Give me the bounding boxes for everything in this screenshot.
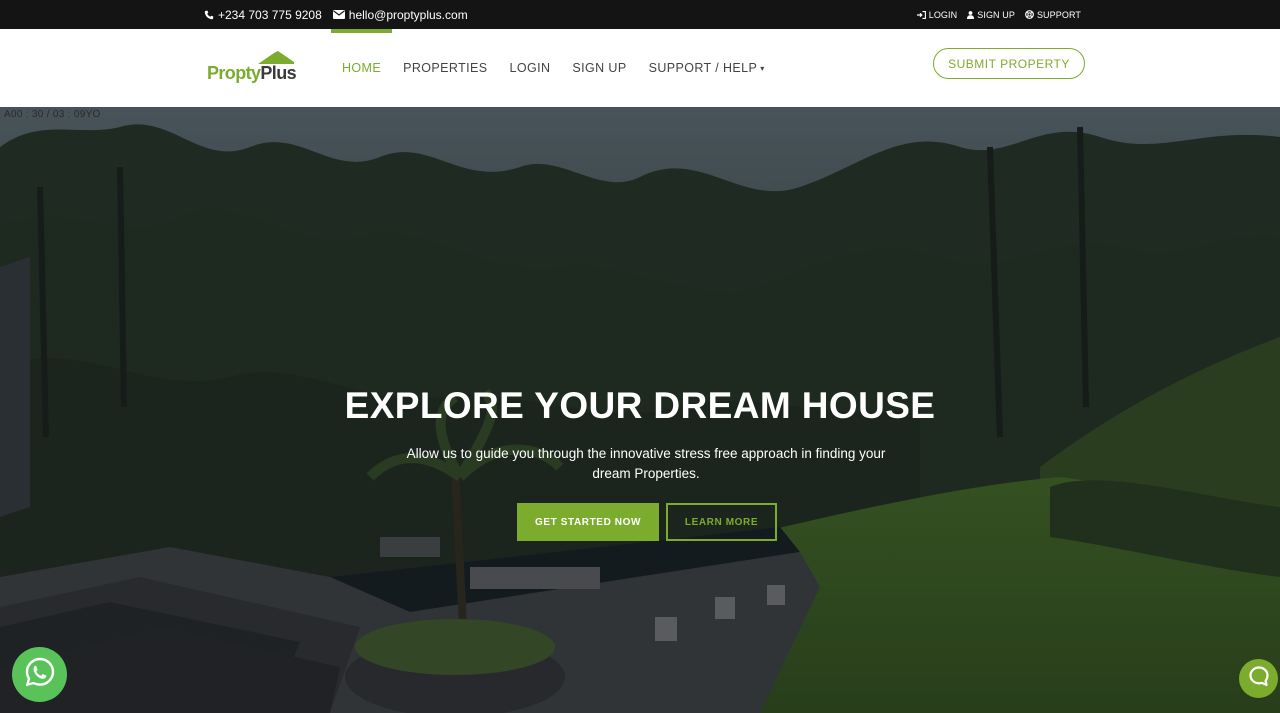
main-menu: HOME PROPERTIES LOGIN SIGN UP SUPPORT / … [331, 29, 776, 107]
nav-properties[interactable]: PROPERTIES [392, 29, 498, 107]
phone-contact[interactable]: +234 703 775 9208 [204, 8, 322, 22]
nav-support-help[interactable]: SUPPORT / HELP ▾ [638, 29, 776, 107]
hero-title: EXPLORE YOUR DREAM HOUSE [344, 385, 936, 426]
chat-bubble-icon [1248, 665, 1270, 692]
nav-login-label: LOGIN [509, 61, 551, 75]
contact-info: +234 703 775 9208 hello@proptyplus.com [204, 0, 468, 29]
live-chat-button[interactable] [1239, 659, 1278, 698]
learn-more-button[interactable]: LEARN MORE [666, 503, 777, 541]
logo-text-plus: Plus [260, 63, 297, 83]
email-address: hello@proptyplus.com [348, 7, 468, 22]
whatsapp-icon [24, 656, 56, 693]
top-support-label: SUPPORT [1036, 9, 1081, 20]
phone-number: +234 703 775 9208 [218, 7, 322, 22]
lifebuoy-icon [1025, 10, 1034, 19]
hero-subtitle: Allow us to guide you through the innova… [406, 446, 886, 481]
sign-in-icon [916, 10, 926, 19]
logo-wordmark: ProptyPlus [207, 63, 297, 84]
top-login-label: LOGIN [928, 9, 958, 20]
proptyplus-logo[interactable]: ProptyPlus [206, 51, 297, 87]
nav-properties-label: PROPERTIES [403, 61, 488, 75]
top-signup-label: SIGN UP [977, 9, 1015, 20]
hero-section: A00 : 30 / 03 : 09YO EXPLORE YOUR DREAM … [0, 107, 1280, 713]
user-icon [967, 10, 975, 19]
main-navbar: ProptyPlus HOME PROPERTIES LOGIN SIGN UP… [0, 29, 1280, 107]
top-contact-bar: +234 703 775 9208 hello@proptyplus.com L… [0, 0, 1280, 29]
top-signup-link[interactable]: SIGN UP [967, 10, 1015, 20]
nav-home-label: HOME [342, 61, 382, 75]
whatsapp-chat-button[interactable] [12, 647, 67, 702]
submit-property-button[interactable]: SUBMIT PROPERTY [933, 48, 1085, 79]
nav-signup-label: SIGN UP [572, 61, 627, 75]
nav-support-help-label: SUPPORT / HELP [648, 61, 758, 75]
top-support-link[interactable]: SUPPORT [1025, 10, 1081, 20]
top-login-link[interactable]: LOGIN [916, 9, 958, 20]
video-timestamp: A00 : 30 / 03 : 09YO [4, 109, 101, 120]
nav-login[interactable]: LOGIN [498, 29, 561, 107]
nav-home[interactable]: HOME [331, 29, 393, 107]
email-contact[interactable]: hello@proptyplus.com [332, 7, 468, 22]
nav-signup[interactable]: SIGN UP [561, 29, 637, 107]
logo-text-propty: Propty [207, 63, 261, 83]
get-started-button[interactable]: GET STARTED NOW [517, 503, 659, 541]
envelope-icon [332, 10, 345, 19]
caret-down-icon: ▾ [760, 63, 765, 73]
top-auth-links: LOGIN SIGN UP SUPPORT [916, 0, 1081, 29]
phone-icon [204, 10, 214, 20]
